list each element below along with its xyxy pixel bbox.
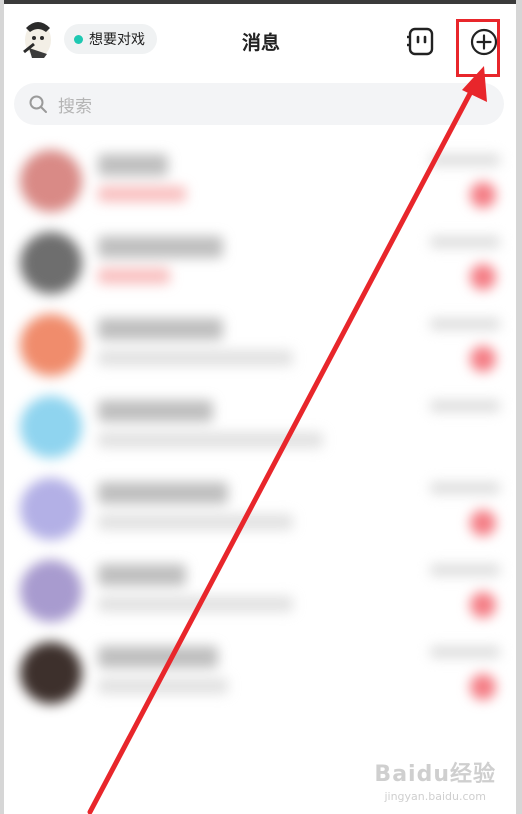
- conversation-preview: [98, 596, 293, 612]
- conversation-item[interactable]: [0, 386, 522, 468]
- conversation-preview: [98, 350, 293, 366]
- conversation-avatar: [20, 560, 82, 622]
- unread-badge: [470, 264, 496, 290]
- conversation-time: [430, 482, 500, 494]
- conversation-avatar: [20, 314, 82, 376]
- watermark-sub: jingyan.baidu.com: [384, 790, 486, 803]
- conversation-time: [430, 318, 500, 330]
- conversation-name: [98, 236, 223, 258]
- conversation-preview: [98, 186, 186, 202]
- search-icon: [29, 95, 47, 113]
- conversation-name: [98, 564, 186, 586]
- conversation-avatar: [20, 150, 82, 212]
- conversation-preview: [98, 514, 293, 530]
- conversation-avatar: [20, 396, 82, 458]
- page-title: 消息: [241, 32, 280, 54]
- conversation-avatar: [20, 232, 82, 294]
- conversation-name: [98, 482, 228, 504]
- conversation-avatar: [20, 642, 82, 704]
- conversation-name: [98, 646, 218, 668]
- conversation-time: [430, 564, 500, 576]
- unread-badge: [470, 592, 496, 618]
- unread-badge: [470, 182, 496, 208]
- top-bar: 想要对戏 消息: [0, 4, 522, 77]
- conversation-name: [98, 154, 168, 176]
- conversation-item[interactable]: [0, 632, 522, 714]
- conversation-item[interactable]: [0, 222, 522, 304]
- conversation-item[interactable]: [0, 140, 522, 222]
- conversation-item[interactable]: [0, 304, 522, 386]
- conversation-name: [98, 400, 213, 422]
- conversation-time: [430, 154, 500, 166]
- conversation-time: [430, 400, 500, 412]
- conversation-preview: [98, 678, 228, 694]
- conversation-list: [0, 140, 522, 714]
- watermark: Baidu经验 jingyan.baidu.com: [374, 756, 496, 803]
- unread-badge: [470, 346, 496, 372]
- conversation-time: [430, 646, 500, 658]
- robot-icon: [407, 27, 434, 56]
- robot-button[interactable]: [404, 24, 438, 58]
- annotation-highlight-box: [456, 19, 500, 77]
- unread-badge: [470, 510, 496, 536]
- watermark-main: Baidu经验: [374, 762, 496, 787]
- conversation-preview: [98, 268, 170, 284]
- conversation-item[interactable]: [0, 468, 522, 550]
- search-bar[interactable]: 搜索: [14, 83, 504, 125]
- conversation-time: [430, 236, 500, 248]
- conversation-preview: [98, 432, 323, 448]
- conversation-avatar: [20, 478, 82, 540]
- search-placeholder: 搜索: [58, 96, 92, 117]
- conversation-item[interactable]: [0, 550, 522, 632]
- conversation-name: [98, 318, 223, 340]
- unread-badge: [470, 674, 496, 700]
